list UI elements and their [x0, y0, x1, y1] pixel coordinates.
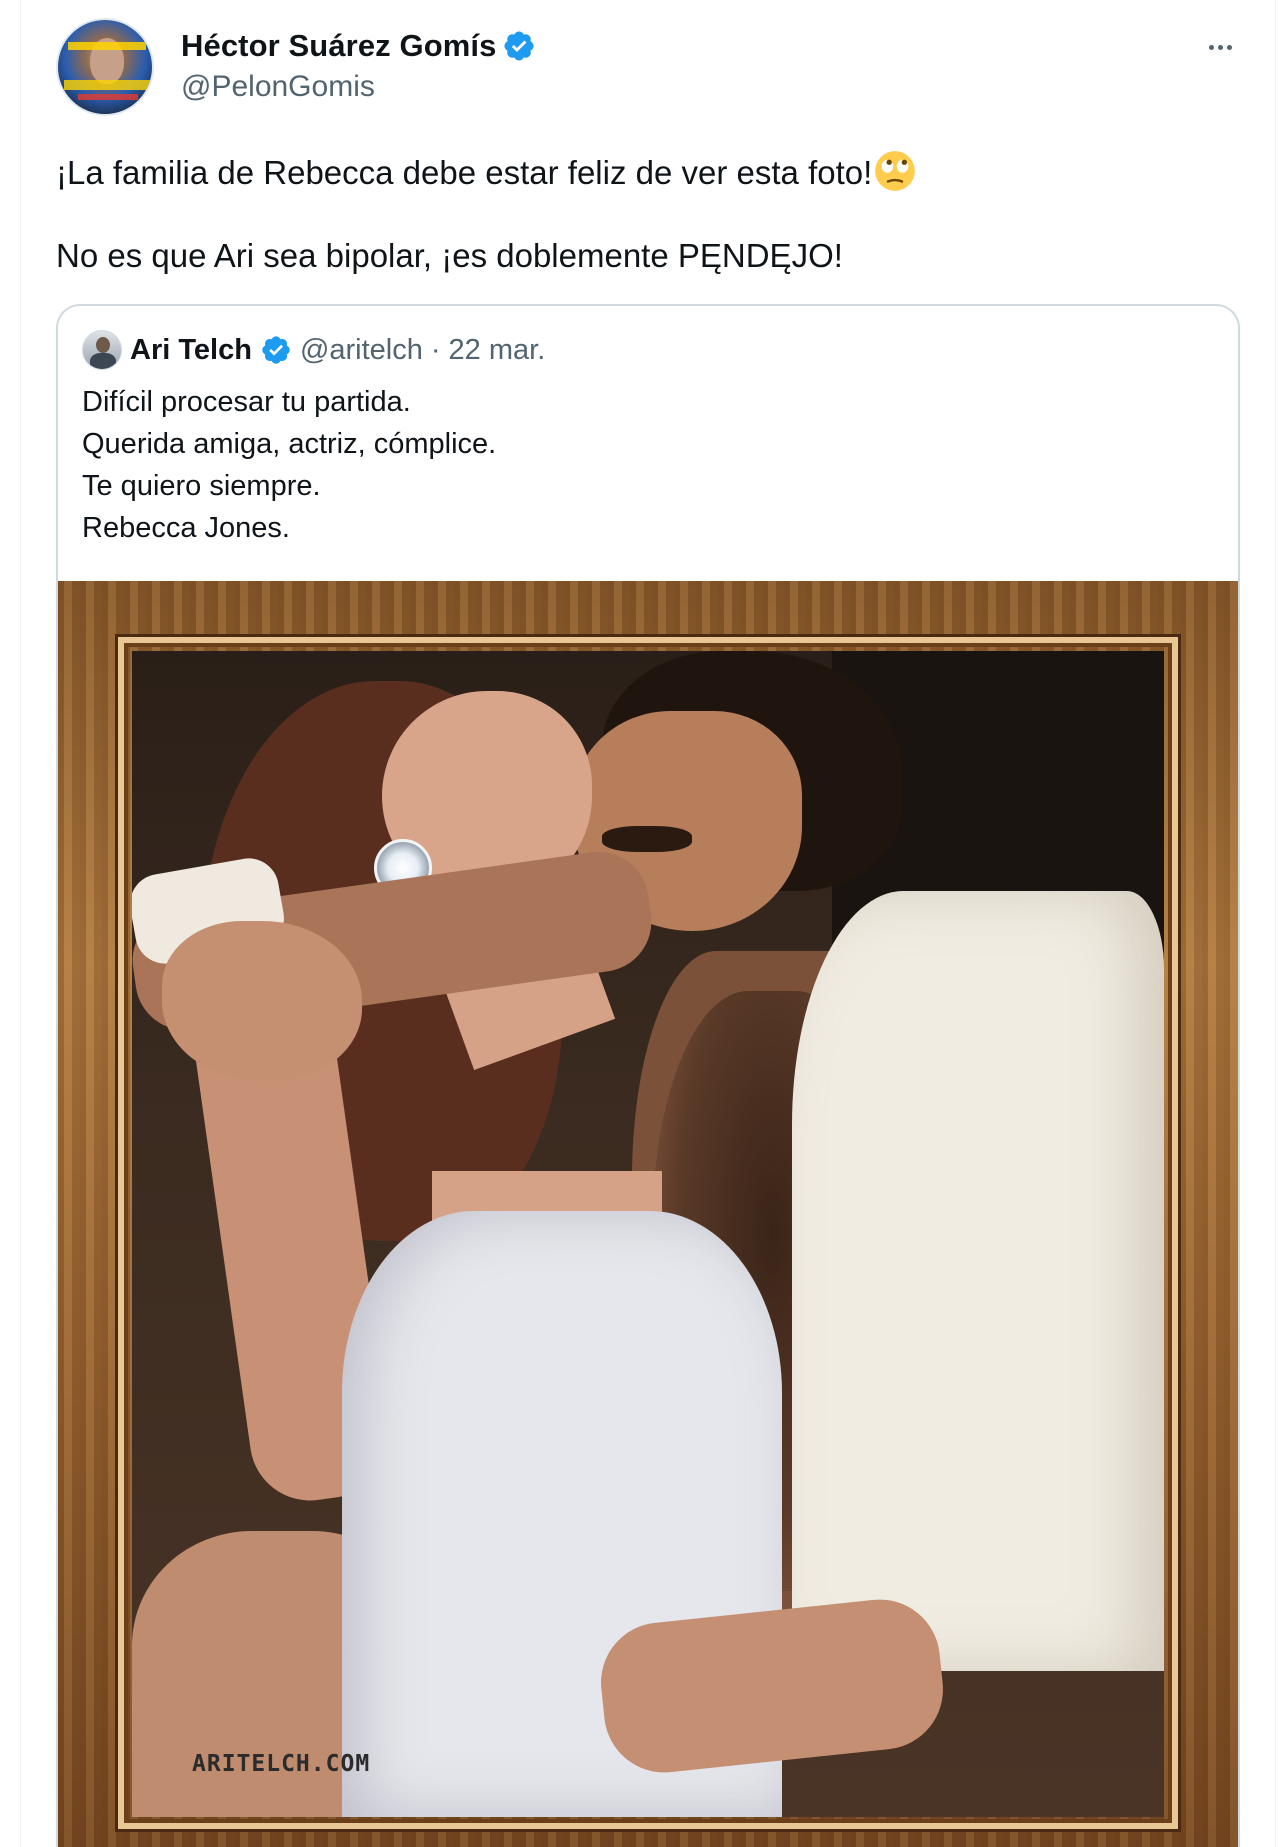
tweet-header: Héctor Suárez Gomís @PelonGomis	[56, 18, 1240, 118]
more-options-icon[interactable]	[1200, 32, 1240, 62]
verified-badge-icon	[504, 31, 534, 61]
author-display-name[interactable]: Héctor Suárez Gomís	[181, 28, 496, 64]
quoted-author-name[interactable]: Ari Telch	[130, 334, 252, 367]
author-name-row: Héctor Suárez Gomís	[181, 28, 536, 64]
quoted-tweet-date[interactable]: 22 mar.	[449, 334, 546, 367]
quoted-tweet-text: Difícil procesar tu partida. Querida ami…	[82, 381, 496, 549]
photo: ARITELCH.COM	[132, 651, 1164, 1817]
tweet-text-line-1: ¡La familia de Rebecca debe estar feliz …	[56, 150, 916, 193]
quoted-text-line: Rebecca Jones.	[82, 512, 290, 544]
quoted-text-line: Querida amiga, actriz, cómplice.	[82, 428, 497, 460]
page: Héctor Suárez Gomís @PelonGomis ¡La fami…	[0, 0, 1280, 1847]
verified-badge-icon	[262, 336, 290, 364]
quoted-tweet-media[interactable]: ARITELCH.COM	[58, 581, 1238, 1847]
author-handle[interactable]: @PelonGomis	[181, 70, 375, 104]
photo-watermark: ARITELCH.COM	[192, 1751, 371, 1777]
quoted-author-handle[interactable]: @aritelch	[300, 334, 423, 367]
tweet-text-line-2: No es que Ari sea bipolar, ¡es doblement…	[56, 237, 843, 274]
tweet-text-1: ¡La familia de Rebecca debe estar feliz …	[56, 154, 873, 191]
quoted-tweet[interactable]: Ari Telch @aritelch · 22 mar. Difícil pr…	[56, 304, 1240, 1847]
quoted-text-line: Te quiero siempre.	[82, 470, 321, 502]
card-edge-right	[1275, 0, 1276, 1847]
quoted-tweet-header: Ari Telch @aritelch · 22 mar.	[82, 330, 545, 370]
quoted-author-avatar[interactable]	[82, 330, 122, 370]
card-edge-left	[20, 0, 21, 1847]
separator-dot: ·	[430, 333, 441, 366]
author-avatar[interactable]	[56, 18, 154, 116]
rolling-eyes-emoji-icon	[875, 151, 916, 191]
quoted-text-line: Difícil procesar tu partida.	[82, 386, 411, 418]
